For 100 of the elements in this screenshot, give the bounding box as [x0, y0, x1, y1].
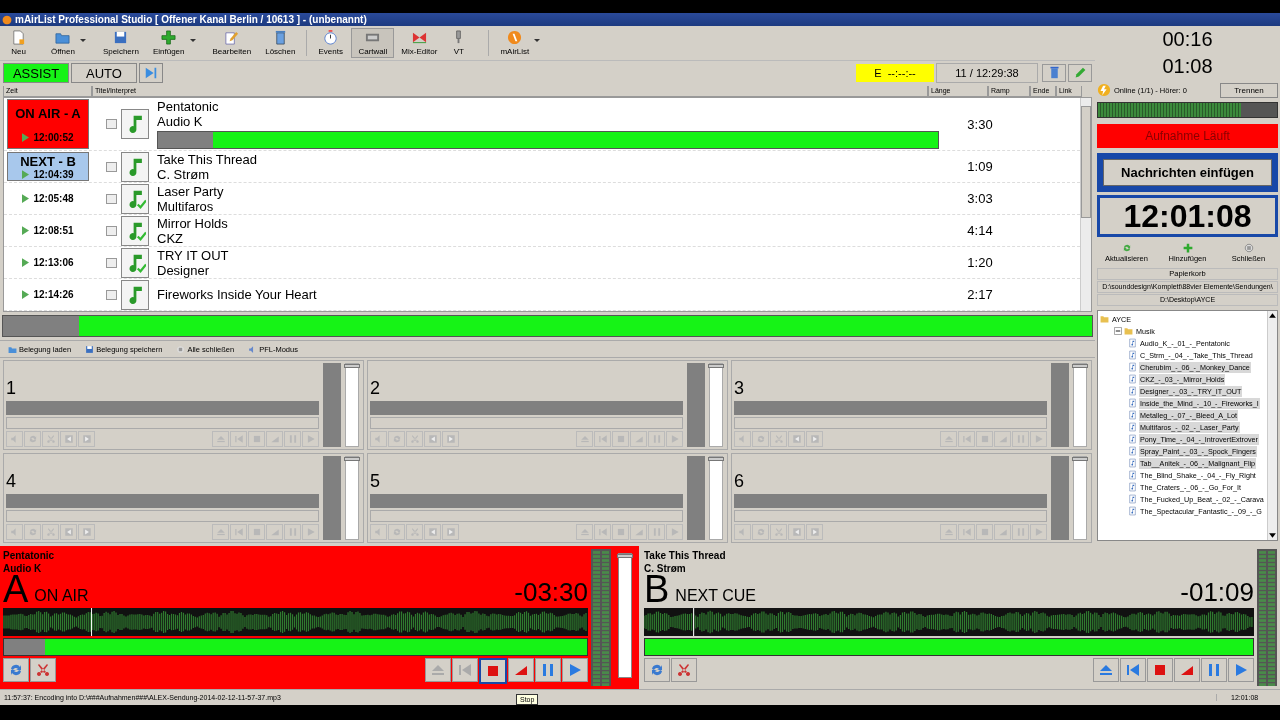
loop-button[interactable] — [388, 431, 405, 447]
volume-fader[interactable] — [1074, 364, 1086, 446]
speaker-button[interactable] — [734, 431, 751, 447]
eject-button[interactable] — [1093, 658, 1119, 682]
stop-button[interactable] — [1147, 658, 1173, 682]
back-button[interactable] — [60, 524, 77, 540]
expand-button[interactable] — [106, 119, 117, 130]
toolbar-button[interactable]: Speichern — [95, 28, 146, 58]
disconnect-button[interactable]: Trennen — [1220, 82, 1278, 98]
loop-button[interactable] — [24, 524, 41, 540]
back-button[interactable] — [424, 431, 441, 447]
speaker-button[interactable] — [6, 431, 23, 447]
skip-button[interactable] — [139, 63, 163, 83]
toolbar-button[interactable]: mAirList — [493, 28, 551, 58]
pause-button[interactable] — [535, 658, 561, 682]
previous-button[interactable] — [594, 524, 611, 540]
back-button[interactable] — [424, 524, 441, 540]
previous-button[interactable] — [1120, 658, 1146, 682]
toolbar-button[interactable]: Mix-Editor — [394, 28, 445, 58]
scroll-up-button[interactable] — [1268, 311, 1277, 320]
plus-icon — [161, 30, 177, 45]
loop-button[interactable] — [752, 524, 769, 540]
play-button[interactable] — [1030, 524, 1047, 540]
volume-fader[interactable] — [346, 457, 358, 539]
toolbar-button[interactable]: VT — [444, 28, 485, 58]
scrollbar[interactable] — [1080, 98, 1091, 311]
back-button[interactable] — [788, 524, 805, 540]
play-button[interactable] — [1030, 431, 1047, 447]
back-button[interactable] — [60, 431, 77, 447]
pause-button[interactable] — [284, 524, 301, 540]
eject-button[interactable] — [940, 431, 957, 447]
fade-button[interactable] — [1174, 658, 1200, 682]
play-button[interactable] — [562, 658, 588, 682]
forward-button[interactable] — [78, 524, 95, 540]
toolbar-button[interactable]: Bearbeiten — [205, 28, 259, 58]
loop-button[interactable] — [752, 431, 769, 447]
speaker-button[interactable] — [734, 524, 751, 540]
insert-news-button[interactable]: Nachrichten einfügen — [1103, 159, 1272, 186]
pause-button[interactable] — [648, 431, 665, 447]
expand-toggle[interactable] — [1114, 327, 1122, 335]
toolbar-button[interactable]: Events — [311, 28, 352, 58]
scissors-button[interactable] — [30, 658, 56, 682]
expand-button[interactable] — [106, 289, 117, 300]
toolbar-button[interactable]: Cartwall — [351, 28, 395, 58]
previous-button[interactable] — [594, 431, 611, 447]
forward-button[interactable] — [442, 431, 459, 447]
stop-button[interactable] — [479, 658, 507, 684]
loop-button[interactable] — [388, 524, 405, 540]
eject-button[interactable] — [425, 658, 451, 682]
expand-button[interactable] — [106, 161, 117, 172]
pause-button[interactable] — [284, 431, 301, 447]
play-button[interactable] — [302, 524, 319, 540]
loop-button[interactable] — [3, 658, 29, 682]
pause-button[interactable] — [648, 524, 665, 540]
eject-button[interactable] — [212, 524, 229, 540]
scissors-button[interactable] — [671, 658, 697, 682]
eject-button[interactable] — [576, 524, 593, 540]
volume-fader[interactable] — [1074, 457, 1086, 539]
play-button[interactable] — [1228, 658, 1254, 682]
speaker-button[interactable] — [6, 524, 23, 540]
eject-button[interactable] — [212, 431, 229, 447]
trash-button[interactable] — [1042, 64, 1066, 82]
pause-button[interactable] — [1012, 524, 1029, 540]
play-button[interactable] — [302, 431, 319, 447]
mode-button[interactable]: AUTO — [71, 63, 137, 83]
forward-button[interactable] — [806, 524, 823, 540]
speaker-button[interactable] — [370, 524, 387, 540]
volume-fader[interactable] — [346, 364, 358, 446]
clock-display: 12:01:08 — [1097, 195, 1278, 237]
volume-fader[interactable] — [710, 457, 722, 539]
loop-button[interactable] — [644, 658, 670, 682]
edit-button[interactable] — [1068, 64, 1092, 82]
mode-button[interactable]: ASSIST — [3, 63, 69, 83]
pause-button[interactable] — [1201, 658, 1227, 682]
forward-button[interactable] — [78, 431, 95, 447]
scroll-down-button[interactable] — [1268, 531, 1277, 540]
toolbar-button[interactable]: Löschen — [258, 28, 303, 58]
expand-button[interactable] — [106, 193, 117, 204]
forward-button[interactable] — [806, 431, 823, 447]
loop-button[interactable] — [24, 431, 41, 447]
volume-fader[interactable] — [710, 364, 722, 446]
play-button[interactable] — [666, 431, 683, 447]
speaker-button[interactable] — [370, 431, 387, 447]
toolbar-button[interactable]: Einfügen — [145, 28, 206, 58]
fade-button[interactable] — [508, 658, 534, 682]
eject-button[interactable] — [940, 524, 957, 540]
back-button[interactable] — [788, 431, 805, 447]
play-button[interactable] — [666, 524, 683, 540]
toolbar-button[interactable]: Neu — [4, 28, 44, 58]
previous-button[interactable] — [958, 431, 975, 447]
previous-button[interactable] — [958, 524, 975, 540]
expand-button[interactable] — [106, 225, 117, 236]
forward-button[interactable] — [442, 524, 459, 540]
expand-button[interactable] — [106, 257, 117, 268]
pause-button[interactable] — [1012, 431, 1029, 447]
previous-button[interactable] — [230, 431, 247, 447]
toolbar-button[interactable]: Öffnen — [44, 28, 96, 58]
previous-button[interactable] — [230, 524, 247, 540]
pause-icon — [287, 434, 298, 444]
eject-button[interactable] — [576, 431, 593, 447]
